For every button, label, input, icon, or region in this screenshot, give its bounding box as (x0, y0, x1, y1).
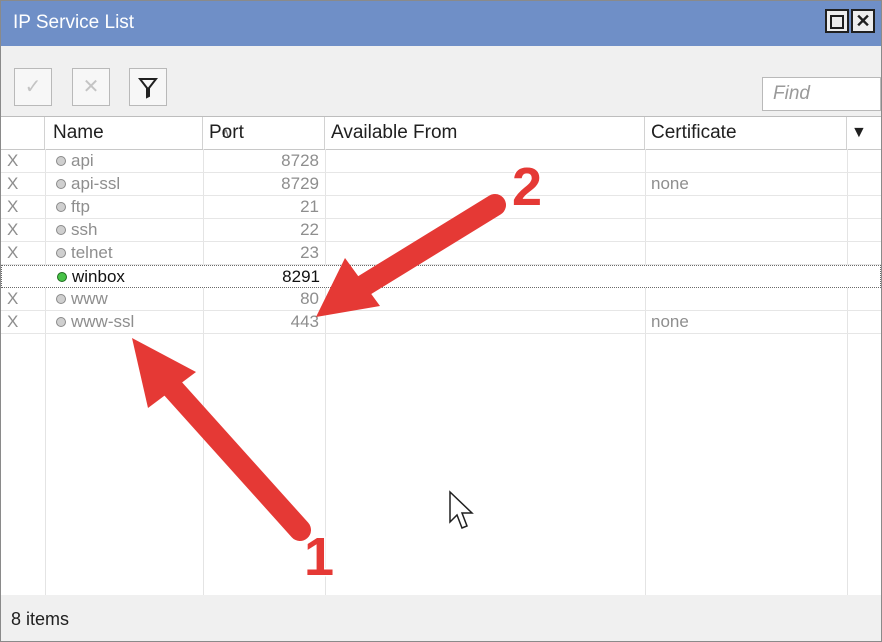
disabled-flag: X (7, 312, 19, 331)
disabled-flag: X (7, 243, 19, 262)
header-name[interactable]: Name ∧ (45, 117, 231, 149)
service-name: www-ssl (71, 312, 135, 331)
status-dot-icon (57, 272, 67, 282)
service-table: Name ∧ Port Available From Certificate ▼… (1, 116, 881, 596)
disabled-flag: X (7, 289, 19, 308)
status-dot-icon (56, 294, 66, 304)
header-certificate-label: Certificate (651, 122, 737, 143)
service-port: 443 (290, 312, 319, 331)
status-dot-icon (56, 202, 66, 212)
disabled-flag: X (7, 151, 19, 170)
find-input[interactable] (762, 77, 881, 111)
service-certificate: none (651, 312, 689, 331)
check-icon: ✓ (24, 76, 42, 98)
service-name: api-ssl (71, 174, 121, 193)
service-name: api (71, 151, 94, 170)
table-row[interactable]: X www-ssl 443 none (1, 311, 881, 334)
table-row[interactable]: X api 8728 (1, 150, 881, 173)
service-name: www (71, 289, 108, 308)
disable-button[interactable]: ✕ (72, 68, 110, 106)
service-port: 8291 (282, 267, 320, 286)
table-row[interactable]: X ftp 21 (1, 196, 881, 219)
header-port[interactable]: Port (203, 117, 325, 149)
ip-service-list-window: IP Service List ✕ ✓ ✕ Name ∧ (0, 0, 882, 642)
service-certificate: none (651, 174, 689, 193)
maximize-icon (830, 15, 844, 29)
cross-icon: ✕ (82, 76, 100, 98)
item-count: 8 items (11, 609, 70, 629)
table-row-selected[interactable]: winbox 8291 (1, 265, 881, 288)
disabled-flag: X (7, 174, 19, 193)
status-dot-icon (56, 248, 66, 258)
service-name: winbox (72, 267, 125, 286)
service-port: 80 (300, 289, 319, 308)
table-row[interactable]: X www 80 (1, 288, 881, 311)
close-button[interactable]: ✕ (851, 9, 875, 33)
header-flag[interactable] (1, 117, 45, 149)
maximize-button[interactable] (825, 9, 849, 33)
table-row[interactable]: X telnet 23 (1, 242, 881, 265)
service-port: 21 (300, 197, 319, 216)
service-name: ssh (71, 220, 98, 239)
header-port-label: Port (209, 122, 244, 143)
header-certificate[interactable]: Certificate (645, 117, 847, 149)
table-row[interactable]: X ssh 22 (1, 219, 881, 242)
disabled-flag: X (7, 220, 19, 239)
service-port: 22 (300, 220, 319, 239)
status-bar: 8 items (1, 595, 881, 641)
status-dot-icon (56, 317, 66, 327)
filter-button[interactable] (129, 68, 167, 106)
service-name: ftp (71, 197, 90, 216)
service-port: 8729 (281, 174, 319, 193)
table-row[interactable]: X api-ssl 8729 none (1, 173, 881, 196)
window-title: IP Service List (13, 12, 135, 33)
service-port: 8728 (281, 151, 319, 170)
title-bar[interactable]: IP Service List ✕ (1, 1, 881, 46)
toolbar: ✓ ✕ (1, 46, 881, 116)
column-menu-icon[interactable]: ▼ (851, 117, 867, 149)
filter-icon (137, 78, 159, 99)
header-name-label: Name (53, 122, 104, 143)
close-icon: ✕ (855, 11, 871, 31)
service-port: 23 (300, 243, 319, 262)
table-header: Name ∧ Port Available From Certificate ▼ (1, 117, 881, 150)
header-available-from[interactable]: Available From (325, 117, 645, 149)
header-available-from-label: Available From (331, 122, 458, 143)
status-dot-icon (56, 179, 66, 189)
status-dot-icon (56, 156, 66, 166)
status-dot-icon (56, 225, 66, 235)
service-name: telnet (71, 243, 113, 262)
enable-button[interactable]: ✓ (14, 68, 52, 106)
disabled-flag: X (7, 197, 19, 216)
